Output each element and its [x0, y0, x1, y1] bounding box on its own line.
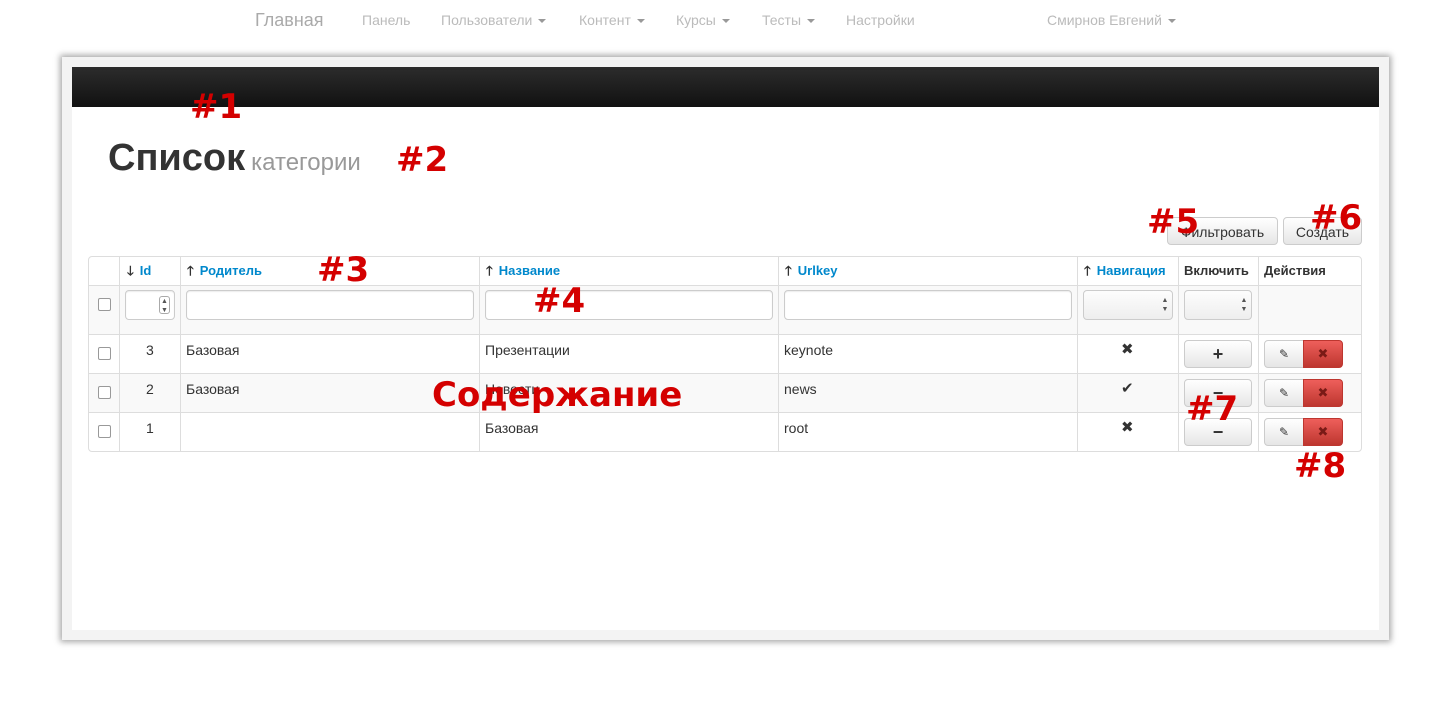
row-divider [88, 285, 1362, 286]
enable-toggle-button[interactable]: + [1184, 340, 1252, 368]
column-divider [1258, 256, 1259, 452]
column-divider [180, 256, 181, 452]
column-header-id[interactable]: 🡓 Id [127, 256, 151, 285]
edit-button[interactable]: ✎ [1264, 418, 1304, 446]
user-name: Смирнов Евгений [1047, 12, 1162, 28]
annotation-content: Содержание [432, 375, 683, 415]
column-header-urlkey[interactable]: 🡑 Urlkey [785, 256, 838, 285]
select-arrows-icon: ▲ ▼ [1240, 297, 1248, 313]
row-id: 1 [146, 420, 154, 436]
column-header-name-label: Название [498, 263, 561, 278]
row-urlkey: keynote [784, 342, 834, 358]
name-filter-input[interactable] [485, 290, 773, 320]
select-all-checkbox[interactable] [98, 298, 111, 311]
nav-item-content[interactable]: Контент [579, 0, 645, 40]
row-checkbox[interactable] [98, 425, 111, 438]
column-divider [1178, 256, 1179, 452]
cross-icon: ✖ [1121, 419, 1134, 436]
edit-button[interactable]: ✎ [1264, 379, 1304, 407]
check-icon: ✔ [1121, 380, 1134, 397]
nav-brand[interactable]: Главная [255, 0, 324, 40]
sort-down-icon: 🡓 [127, 263, 134, 278]
row-name: Презентации [485, 342, 570, 358]
row-urlkey: root [784, 420, 809, 436]
delete-button[interactable]: ✖ [1303, 340, 1343, 368]
sort-up-icon: 🡑 [785, 263, 792, 278]
sort-up-icon: 🡑 [187, 263, 194, 278]
row-parent: Базовая [186, 342, 240, 358]
column-divider [1077, 256, 1078, 452]
row-checkbox[interactable] [98, 386, 111, 399]
nav-item-tests[interactable]: Тесты [762, 0, 816, 40]
row-divider [88, 373, 1362, 374]
nav-item-users[interactable]: Пользователи [441, 0, 547, 40]
caret-down-icon [721, 19, 730, 24]
row-urlkey: news [784, 381, 817, 397]
row-id: 3 [146, 342, 154, 358]
annotation-8: #8 [1294, 446, 1347, 486]
column-header-parent[interactable]: 🡑 Родитель [187, 256, 262, 285]
nav-item-courses-label: Курсы [676, 12, 716, 28]
nav-item-panel[interactable]: Панель [362, 0, 410, 40]
delete-icon: ✖ [1317, 385, 1329, 400]
edit-icon: ✎ [1278, 425, 1290, 439]
user-menu[interactable]: Смирнов Евгений [1047, 0, 1176, 40]
top-navbar [72, 67, 1379, 107]
row-name: Базовая [485, 420, 539, 436]
sort-up-icon: 🡑 [1084, 263, 1091, 278]
stepper-icon[interactable]: ▲ ▼ [159, 296, 170, 314]
edit-icon: ✎ [1278, 386, 1290, 400]
navigation-filter-select[interactable]: ▲ ▼ [1083, 290, 1173, 320]
row-divider [88, 412, 1362, 413]
delete-button[interactable]: ✖ [1303, 418, 1343, 446]
column-header-parent-label: Родитель [199, 263, 262, 278]
column-header-actions: Действия [1264, 263, 1326, 278]
annotation-4: #4 [533, 281, 586, 321]
row-divider [88, 334, 1362, 335]
enable-filter-select[interactable]: ▲ ▼ [1184, 290, 1252, 320]
id-filter-input[interactable]: ▲ ▼ [125, 290, 175, 320]
row-checkbox[interactable] [98, 347, 111, 360]
annotation-1: #1 [190, 87, 243, 127]
column-header-enable: Включить [1184, 263, 1249, 278]
cross-icon: ✖ [1121, 341, 1134, 358]
nav-item-content-label: Контент [579, 12, 631, 28]
annotation-7: #7 [1186, 389, 1239, 429]
annotation-6: #6 [1310, 198, 1363, 238]
annotation-2: #2 [396, 140, 449, 180]
column-divider [778, 256, 779, 452]
nav-item-users-label: Пользователи [441, 12, 533, 28]
delete-icon: ✖ [1317, 424, 1329, 439]
caret-down-icon [807, 19, 816, 24]
column-header-navigation[interactable]: 🡑 Навигация [1084, 256, 1166, 285]
column-header-id-label: Id [139, 263, 152, 278]
nav-item-settings[interactable]: Настройки [846, 0, 915, 40]
column-divider [479, 256, 480, 452]
page-title-main: Список [108, 137, 246, 179]
select-arrows-icon: ▲ ▼ [1161, 297, 1169, 313]
edit-button[interactable]: ✎ [1264, 340, 1304, 368]
caret-down-icon [538, 19, 547, 24]
edit-icon: ✎ [1278, 347, 1290, 361]
delete-button[interactable]: ✖ [1303, 379, 1343, 407]
delete-icon: ✖ [1317, 346, 1329, 361]
caret-down-icon [636, 19, 645, 24]
annotation-5: #5 [1147, 202, 1200, 242]
column-divider [119, 256, 120, 452]
page-subtitle: категории [251, 149, 361, 176]
row-id: 2 [146, 381, 154, 397]
page-title: Список категории [108, 136, 361, 185]
row-parent: Базовая [186, 381, 240, 397]
column-header-urlkey-label: Urlkey [797, 263, 838, 278]
urlkey-filter-input[interactable] [784, 290, 1072, 320]
sort-up-icon: 🡑 [486, 263, 493, 278]
column-header-navigation-label: Навигация [1096, 263, 1166, 278]
nav-item-tests-label: Тесты [762, 12, 802, 28]
annotation-3: #3 [317, 250, 370, 290]
parent-filter-input[interactable] [186, 290, 474, 320]
nav-item-courses[interactable]: Курсы [676, 0, 730, 40]
caret-down-icon [1167, 19, 1176, 24]
